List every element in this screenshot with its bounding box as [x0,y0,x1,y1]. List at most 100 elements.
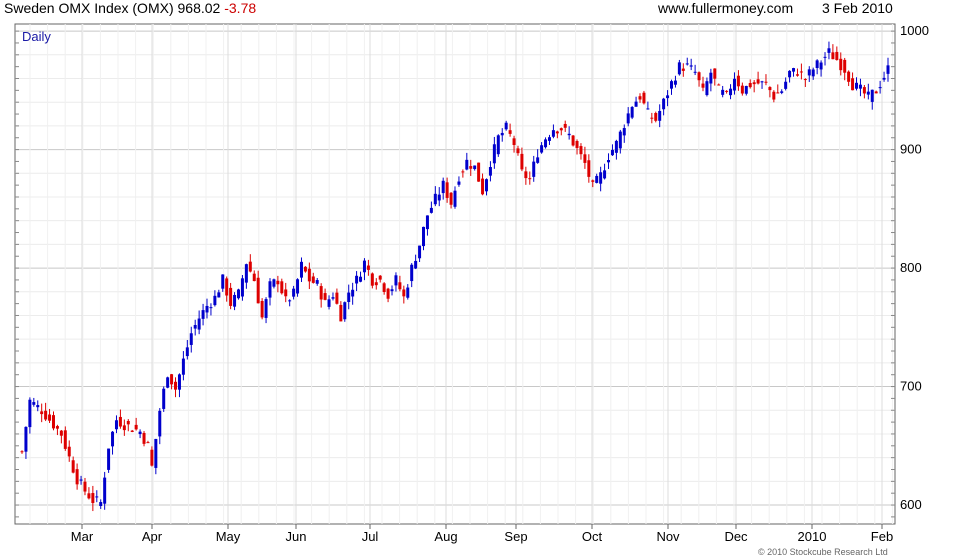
candle-body [351,289,355,297]
candle-body [221,274,225,289]
candle-body [650,117,654,119]
candle-body [445,182,449,198]
y-tick-label: 600 [900,497,922,512]
candle-body [858,84,862,89]
candle-body [744,85,748,94]
candle-body [95,496,99,498]
candle-body [736,75,740,87]
candle-body [646,108,650,110]
candle-body [79,479,83,481]
candle-body [260,300,264,318]
candle-body [307,268,311,282]
candle-body [803,79,807,81]
candle-body [162,388,166,409]
candle-body [819,62,823,70]
candle-body [792,68,796,72]
candle-body [732,78,736,91]
candle-body [138,431,142,435]
candle-body [492,144,496,164]
candle-body [268,281,272,298]
candle-body [67,446,71,457]
candle-body [835,51,839,61]
candle-body [670,81,673,89]
candle-body [756,79,760,84]
candle-body [327,299,331,307]
x-tick-label: Sep [504,529,527,544]
candle-body [532,161,536,177]
candle-body [855,82,859,89]
candle-body [705,81,709,96]
x-tick-label: Apr [142,529,163,544]
candle-body [118,416,122,427]
candle-body [142,432,146,444]
candle-body [229,287,233,306]
candle-body [237,289,240,299]
candle-body [103,477,107,504]
candle-body [788,70,792,78]
candle-body [599,172,603,184]
candle-body [508,130,512,134]
candle-body [386,288,390,299]
candle-body [618,131,622,149]
candle-body [299,261,303,278]
candle-body [634,101,638,107]
x-tick-label: Feb [871,529,893,544]
candle-body [642,92,646,104]
candle-body [303,266,307,272]
candle-body [768,87,772,91]
candle-body [595,175,599,183]
candle-body [721,89,725,95]
candle-body [551,130,555,137]
x-tick-label: Aug [434,529,457,544]
candle-body [776,92,780,94]
candle-body [130,430,134,432]
candle-body [811,69,815,77]
candle-body [862,87,866,94]
candle-body [685,63,689,65]
candle-body [359,276,363,282]
candle-body [177,374,181,390]
candle-body [398,282,402,290]
candle-body [319,286,323,300]
candle-body [347,292,351,303]
x-tick-label: 2010 [798,529,827,544]
candle-body [701,83,705,88]
candle-body [362,260,366,273]
candle-body [193,325,197,329]
candle-body [823,56,827,58]
y-tick-label: 700 [900,379,922,394]
candle-body [63,430,67,449]
candle-body [315,280,319,284]
candle-body [272,279,276,287]
candle-body [366,265,370,270]
candle-body [36,405,40,408]
candle-body [87,493,91,499]
candle-body [378,275,382,280]
candle-body [477,162,481,182]
candle-body [374,282,378,286]
candle-body [630,107,634,118]
candle-body [197,318,201,330]
candle-body [225,278,229,296]
candle-body [335,292,339,304]
candle-body [457,181,461,185]
candle-body [288,300,292,302]
candle-body [256,277,260,304]
candle-body [725,90,729,92]
candle-body [418,245,422,259]
candle-body [693,71,697,73]
candle-body [638,96,642,100]
candle-body [780,91,784,93]
candle-body [673,80,677,85]
plot-frame [14,23,896,525]
candle-body [591,180,595,182]
candle-body [83,481,87,492]
candle-body [134,424,138,430]
candle-body [717,84,721,86]
x-tick-label: Mar [71,529,94,544]
candle-body [48,414,52,421]
candle-body [713,68,717,79]
candle-body [280,281,284,294]
candle-body [449,192,453,205]
candle-body [827,48,831,53]
